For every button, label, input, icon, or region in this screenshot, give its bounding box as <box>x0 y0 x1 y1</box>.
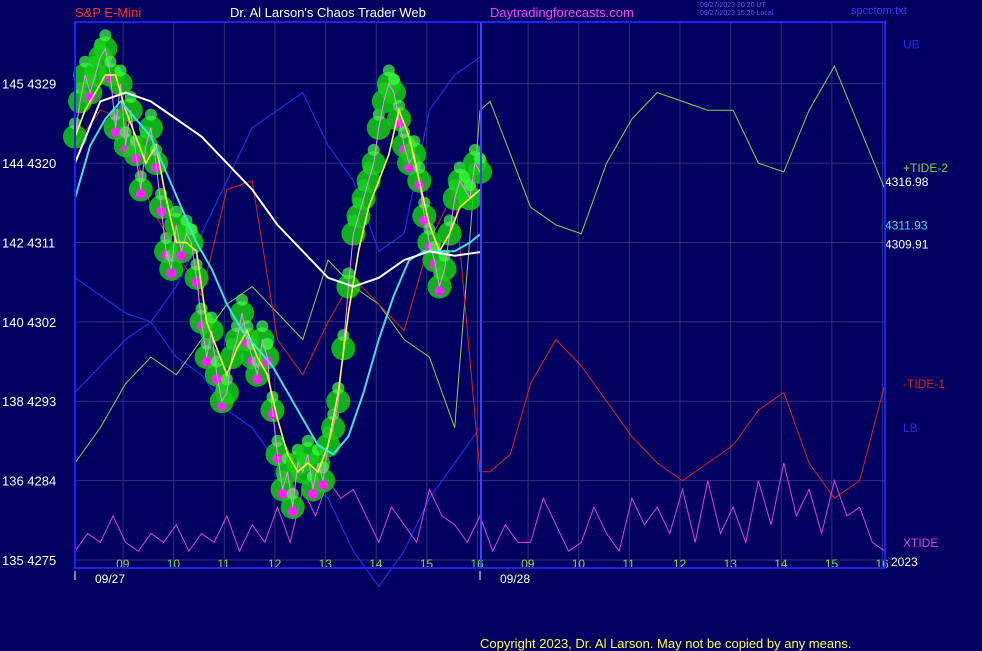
ma-white-value: 4309.91 <box>885 238 929 252</box>
price-marker-core <box>99 29 112 42</box>
price-marker-magenta <box>166 268 177 279</box>
price-marker-core <box>286 487 299 500</box>
price-marker-core <box>387 73 400 86</box>
tide-plus-label: +TIDE-2 <box>903 161 948 175</box>
price-marker-core <box>367 143 380 156</box>
timestamp-ut: 09/27/2023 20:20 UT <box>700 2 766 9</box>
price-marker-core <box>205 311 218 324</box>
y-tick-label: 136 4284 <box>2 474 56 489</box>
price-marker-core <box>134 170 147 183</box>
timestamp-local: 09/27/2023 15:20 Local <box>700 10 774 17</box>
price-marker-core <box>271 434 284 447</box>
ma-cyan-value: 4311.93 <box>885 218 928 232</box>
price-marker-magenta <box>434 286 445 296</box>
y-tick-label: 142 4311 <box>2 235 55 250</box>
chart-title: Dr. Al Larson's Chaos Trader Web <box>230 5 426 20</box>
chart-svg: 145 4329 144 4320 142 4311 140 4302 138 4293… <box>2 21 948 588</box>
price-marker-core <box>144 108 157 121</box>
price-marker-magenta <box>287 506 298 517</box>
instrument-label: S&P E-Mini <box>75 5 142 20</box>
lb-label: LB <box>903 421 918 435</box>
price-marker-core <box>190 258 203 271</box>
price-marker-magenta <box>252 374 263 385</box>
tide-minus-label: -TIDE-1 <box>903 377 945 391</box>
y-tick-label: 138 4293 <box>2 394 56 409</box>
price-marker-core <box>236 293 249 306</box>
price-marker-core <box>256 320 269 333</box>
price-marker-core <box>337 329 350 342</box>
x-date-label: 09/28 <box>500 572 530 586</box>
xtide-label: XTIDE <box>903 536 938 550</box>
y-tick-label: 145 4329 <box>2 77 56 92</box>
y-tick-label: 144 4320 <box>2 156 56 171</box>
x-date-label: 09/27 <box>95 572 125 586</box>
x-year-label: 2023 <box>891 555 918 569</box>
y-tick-label: 140 4302 <box>2 315 56 330</box>
price-marker-core <box>114 64 127 77</box>
price-marker-core <box>119 126 132 139</box>
site-link[interactable]: Daytradingforecasts.com <box>490 5 634 20</box>
price-marker-core <box>342 267 355 280</box>
price-marker-magenta <box>135 188 146 199</box>
ub-label: UB <box>903 37 920 51</box>
price-markers <box>63 29 492 520</box>
data-filename: spcctom.txt <box>851 5 907 17</box>
price-marker-core <box>104 55 117 68</box>
tide2-value: 4316.98 <box>885 175 929 189</box>
y-tick-label: 135 4275 <box>2 553 56 568</box>
price-marker-magenta <box>318 480 329 491</box>
copyright-notice: Copyright 2023, Dr. Al Larson. May not b… <box>480 636 852 651</box>
